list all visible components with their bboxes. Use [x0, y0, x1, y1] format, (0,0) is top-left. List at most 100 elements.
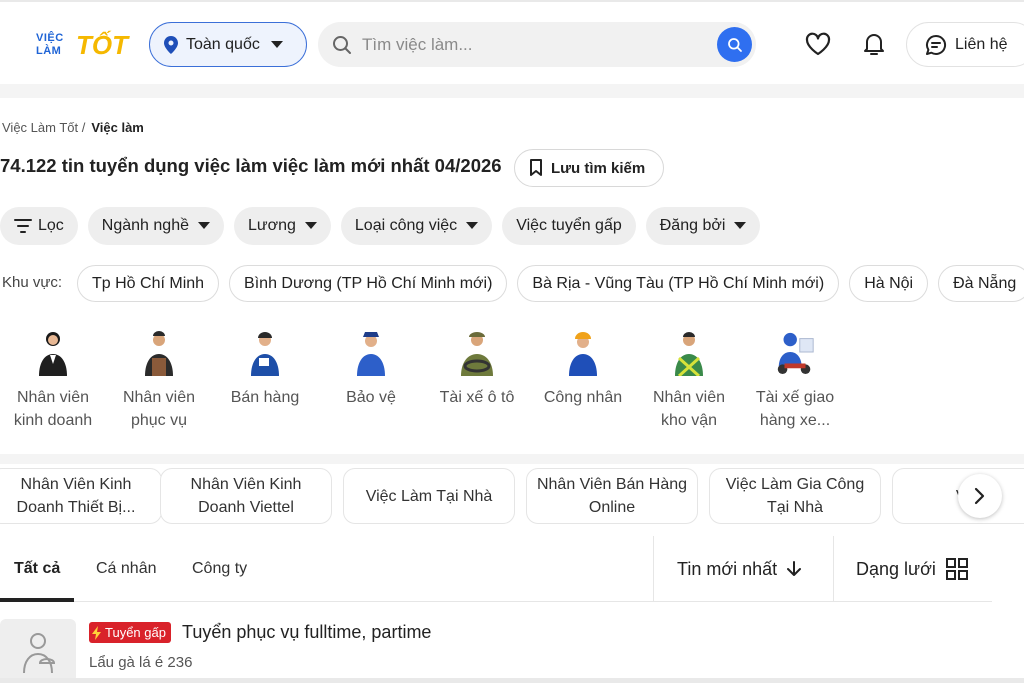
search-bar: [318, 22, 756, 67]
save-search-label: Lưu tìm kiếm: [551, 159, 646, 177]
category-item[interactable]: Nhân viên phục vụ: [106, 328, 212, 432]
keyword-chip[interactable]: Nhân Viên Kinh Doanh Thiết Bị...: [0, 468, 162, 524]
top-header: VIỆC LÀM TỐT Toàn quốc Liên hệ: [0, 0, 1024, 84]
businesswoman-icon: [31, 328, 75, 376]
carousel-next-button[interactable]: [958, 474, 1002, 518]
urgent-badge-label: Tuyển gấp: [105, 625, 166, 640]
keyword-chip[interactable]: Việc Làm Gia Công Tại Nhà: [709, 468, 881, 524]
category-label: Tài xế giao hàng xe...: [755, 389, 835, 429]
contact-label: Liên hệ: [955, 35, 1008, 53]
tab-company[interactable]: Công ty: [192, 536, 247, 602]
area-chip[interactable]: Hà Nội: [849, 265, 929, 302]
favorites-button[interactable]: [804, 30, 832, 58]
filter-industry-label: Ngành nghề: [101, 217, 189, 234]
filter-urgent[interactable]: Việc tuyển gấp: [502, 207, 636, 245]
chevron-right-icon: [974, 487, 985, 505]
view-toggle[interactable]: Dạng lưới: [856, 536, 968, 602]
delivery-rider-icon: [773, 328, 817, 376]
keyword-chip[interactable]: Nhân Viên Bán Hàng Online: [526, 468, 698, 524]
category-item[interactable]: Bảo vệ: [318, 328, 424, 432]
job-title[interactable]: Tuyển phục vụ fulltime, partime: [182, 622, 431, 643]
area-chip[interactable]: Bà Rịa - Vũng Tàu (TP Hồ Chí Minh mới): [517, 265, 840, 302]
notifications-button[interactable]: [860, 30, 888, 58]
category-label: Nhân viên kho vận: [652, 389, 726, 429]
urgent-badge: Tuyển gấp: [89, 622, 171, 643]
filter-posted-by[interactable]: Đăng bởi: [645, 207, 761, 245]
waiter-outline-icon: [23, 633, 56, 674]
search-icon: [727, 37, 742, 52]
tab-all[interactable]: Tất cả: [14, 536, 60, 602]
category-label: Công nhân: [543, 389, 623, 406]
logo-line-3: TỐT: [76, 30, 128, 60]
category-item[interactable]: Nhân viên kho vận: [636, 328, 742, 432]
filter-posted-by-label: Đăng bởi: [659, 217, 726, 234]
lightning-icon: [92, 625, 101, 640]
grid-icon: [945, 558, 968, 580]
breadcrumb-current: Việc làm: [91, 120, 144, 135]
worker-icon: [561, 328, 605, 376]
keyword-chip[interactable]: Việc Làm Tại Nhà: [343, 468, 515, 524]
logo-line-2: LÀM: [36, 45, 62, 57]
filter-salary[interactable]: Lương: [233, 207, 331, 245]
breadcrumb: Việc Làm Tốt / Việc làm: [2, 120, 144, 135]
category-item[interactable]: Công nhân: [530, 328, 636, 432]
location-label: Toàn quốc: [186, 35, 260, 53]
chevron-down-icon: [270, 41, 283, 48]
chevron-down-icon: [197, 222, 210, 229]
filter-industry[interactable]: Ngành nghề: [87, 207, 224, 245]
bookmark-icon: [530, 159, 542, 176]
contact-button[interactable]: Liên hệ: [906, 22, 1024, 67]
category-item[interactable]: Nhân viên kinh doanh: [0, 328, 106, 432]
save-search-button[interactable]: Lưu tìm kiếm: [514, 149, 664, 187]
site-logo[interactable]: VIỆC LÀM TỐT: [36, 30, 132, 62]
waiter-icon: [137, 328, 181, 376]
chat-icon: [926, 34, 947, 55]
area-chip[interactable]: Bình Dương (TP Hồ Chí Minh mới): [229, 265, 508, 302]
area-chip[interactable]: Đà Nẵng: [938, 265, 1024, 302]
heart-icon: [805, 32, 831, 56]
logo-line-1: VIỆC: [36, 32, 64, 44]
area-label: Khu vực:: [2, 274, 63, 291]
filter-job-type[interactable]: Loại công việc: [340, 207, 493, 245]
category-item[interactable]: Bán hàng: [212, 328, 318, 432]
bell-icon: [864, 34, 884, 55]
filter-icon: [14, 219, 32, 233]
location-selector[interactable]: Toàn quốc: [149, 22, 307, 67]
filter-job-type-label: Loại công việc: [354, 217, 458, 234]
job-thumbnail: [0, 619, 76, 683]
arrow-down-icon: [787, 561, 802, 576]
search-button[interactable]: [717, 27, 752, 62]
area-chips: Tp Hồ Chí Minh Bình Dương (TP Hồ Chí Min…: [77, 265, 1024, 302]
chevron-down-icon: [304, 222, 317, 229]
filter-bar: Lọc Ngành nghề Lương Loại công việc Việc…: [0, 207, 770, 245]
search-input[interactable]: [362, 34, 692, 55]
divider: [833, 536, 834, 602]
category-label: Nhân viên kinh doanh: [13, 389, 93, 429]
main-content: Việc Làm Tốt / Việc làm 74.122 tin tuyển …: [0, 98, 1024, 683]
keyword-chip[interactable]: Nhân Viên Kinh Doanh Viettel: [160, 468, 332, 524]
listing-tabbar: Tất cả Cá nhân Công ty Tin mới nhất Dạng…: [0, 536, 992, 602]
category-label: Nhân viên phục vụ: [122, 389, 196, 429]
security-guard-icon: [349, 328, 393, 376]
location-pin-icon: [164, 35, 178, 54]
salesperson-icon: [243, 328, 287, 376]
search-icon: [333, 35, 351, 54]
area-chip[interactable]: Tp Hồ Chí Minh: [77, 265, 220, 302]
filter-urgent-label: Việc tuyển gấp: [516, 217, 622, 234]
keyword-carousel: Nhân Viên Kinh Doanh Thiết Bị... Nhân Vi…: [0, 468, 1024, 524]
chevron-down-icon: [466, 222, 479, 229]
driver-icon: [455, 328, 499, 376]
active-tab-indicator: [0, 598, 74, 602]
sort-dropdown[interactable]: Tin mới nhất: [677, 536, 802, 602]
filter-label: Lọc: [38, 217, 64, 234]
category-list: Nhân viên kinh doanh Nhân viên phục vụ B…: [0, 328, 848, 432]
warehouse-worker-icon: [667, 328, 711, 376]
filter-button[interactable]: Lọc: [0, 207, 78, 245]
category-item[interactable]: Tài xế giao hàng xe...: [742, 328, 848, 432]
job-listing-item[interactable]: Tuyển gấp Tuyển phục vụ fulltime, partim…: [0, 616, 992, 683]
tab-personal[interactable]: Cá nhân: [96, 536, 157, 602]
category-label: Bảo vệ: [346, 389, 396, 406]
filter-salary-label: Lương: [247, 217, 296, 234]
breadcrumb-home[interactable]: Việc Làm Tốt /: [2, 120, 85, 135]
category-item[interactable]: Tài xế ô tô: [424, 328, 530, 432]
